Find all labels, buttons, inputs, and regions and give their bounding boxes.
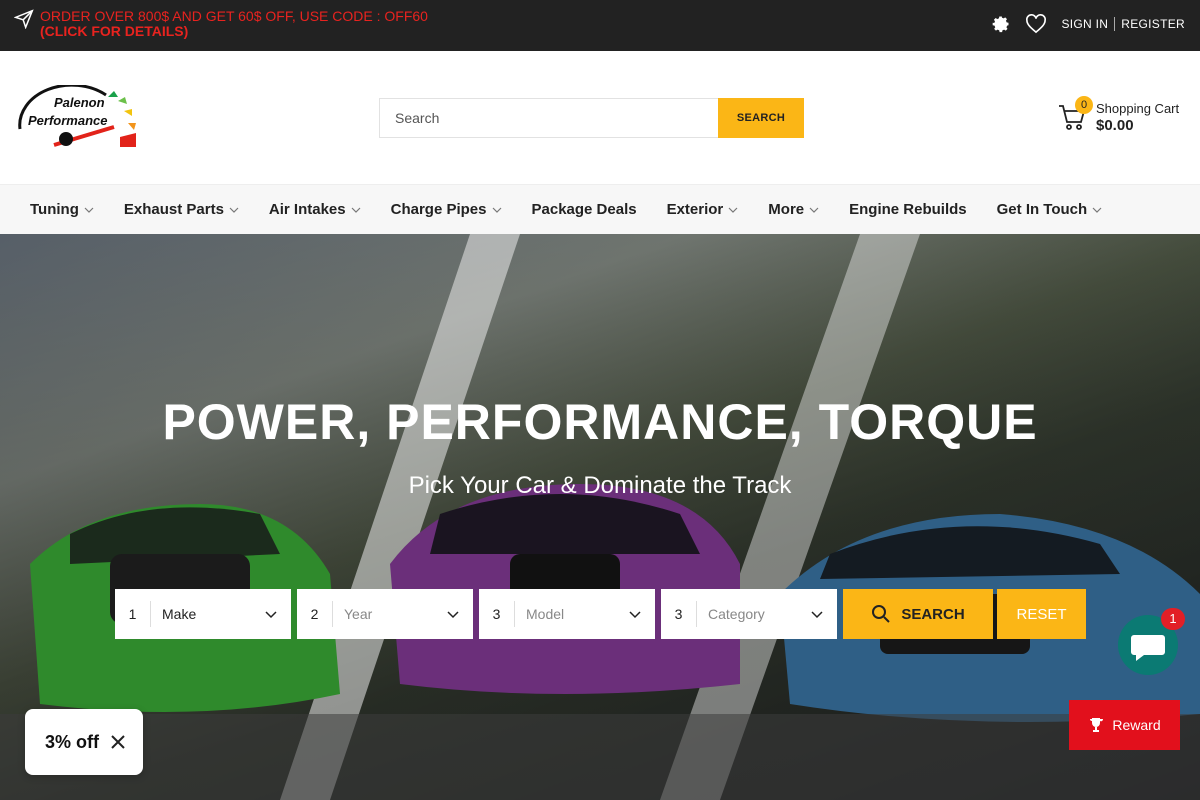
search-input[interactable] [379,98,718,138]
top-right-links: SIGN IN REGISTER [991,14,1185,34]
account-links: SIGN IN REGISTER [1061,17,1185,31]
select-label: Model [526,606,565,622]
nav-item-label: Air Intakes [268,201,346,218]
cart-label: Shopping Cart [1096,101,1180,116]
nav-item-get-in-touch[interactable]: Get In Touch [997,201,1103,218]
chevron-down-icon [265,611,277,619]
shopping-cart[interactable]: 0 Shopping Cart $0.00 [1057,96,1192,136]
nav-item-label: Exhaust Parts [123,201,224,218]
nav-item-label: Get In Touch [996,201,1088,218]
chevron-down-icon [492,207,501,213]
send-icon [14,9,34,29]
chevron-down-icon [809,207,819,213]
trophy-icon [1089,718,1104,732]
register-link[interactable]: REGISTER [1121,17,1185,31]
chevron-down-icon [811,611,823,619]
chevron-down-icon [351,207,361,213]
nav-item-label: Exterior [666,201,724,218]
nav-item-label: Tuning [30,201,79,218]
step-number: 2 [297,601,333,627]
reward-label: Reward [1112,717,1161,733]
category-select[interactable]: 3 Category [661,589,837,639]
nav-item-label: More [768,201,805,218]
finder-search-button[interactable]: SEARCH [843,589,993,639]
nav-item-exterior[interactable]: Exterior [667,201,739,218]
nav-item-package-deals[interactable]: Package Deals [532,201,637,218]
chevron-down-icon [229,207,239,213]
nav-item-air-intakes[interactable]: Air Intakes [269,201,361,218]
promo-text[interactable]: ORDER OVER 800$ AND GET 60$ OFF, USE COD… [40,9,428,39]
heart-icon[interactable] [1025,14,1047,34]
nav-item-label: Charge Pipes [390,201,487,218]
svg-text:Palenon: Palenon [54,95,105,110]
step-number: 1 [115,601,151,627]
step-number: 3 [661,601,697,627]
year-select[interactable]: 2 Year [297,589,473,639]
chat-notification-badge: 1 [1161,608,1185,630]
chevron-down-icon [447,611,459,619]
hero-subtitle: Pick Your Car & Dominate the Track [408,472,792,499]
promo-banner[interactable]: ORDER OVER 800$ AND GET 60$ OFF, USE COD… [14,9,428,39]
select-label: Make [162,606,197,622]
finder-search-label: SEARCH [901,605,965,623]
model-select[interactable]: 3 Model [479,589,655,639]
svg-text:Performance: Performance [28,113,107,128]
search-button[interactable]: SEARCH [718,98,804,138]
chevron-down-icon [84,207,94,213]
close-icon[interactable] [111,735,125,749]
chevron-down-icon [728,207,738,213]
gear-icon[interactable] [991,14,1011,34]
nav-item-charge-pipes[interactable]: Charge Pipes [391,201,502,218]
divider [1114,17,1116,31]
vehicle-finder: 1 Make 2 Year 3 Model 3 Category SEARCH … [115,589,1086,639]
chevron-down-icon [629,611,641,619]
sign-in-link[interactable]: SIGN IN [1061,17,1108,31]
palenon-logo[interactable]: Palenon Performance [14,85,136,151]
search-icon [872,605,891,623]
select-label: Year [344,606,373,622]
make-select[interactable]: 1 Make [115,589,291,639]
nav-item-more[interactable]: More [768,201,819,218]
nav-item-tuning[interactable]: Tuning [30,201,94,218]
nav-item-label: Engine Rebuilds [849,201,967,218]
nav-item-label: Package Deals [531,201,637,218]
top-bar: ORDER OVER 800$ AND GET 60$ OFF, USE COD… [0,0,1200,51]
nav-item-exhaust-parts[interactable]: Exhaust Parts [124,201,239,218]
hero-title: POWER, PERFORMANCE, TORQUE [162,394,1038,450]
cart-count-badge: 0 [1075,96,1093,114]
main-nav: Tuning Exhaust Parts Air Intakes Charge … [0,184,1200,234]
reward-button[interactable]: Reward [1069,700,1180,750]
step-number: 3 [479,601,515,627]
chevron-down-icon [1092,207,1102,213]
discount-text: 3% off [45,731,99,752]
site-header: Palenon Performance SEARCH 0 Shopping Ca… [0,51,1200,184]
header-search: SEARCH [379,98,804,138]
hero-background-art [0,234,1200,800]
finder-reset-button[interactable]: RESET [997,589,1086,639]
hero-banner: POWER, PERFORMANCE, TORQUE Pick Your Car… [0,234,1200,800]
promo-line-1: ORDER OVER 800$ AND GET 60$ OFF, USE COD… [40,8,428,24]
discount-popup[interactable]: 3% off [25,709,143,775]
cart-total: $0.00 [1096,117,1134,134]
promo-details-link[interactable]: (CLICK FOR DETAILS) [40,24,428,39]
select-label: Category [708,606,765,622]
nav-item-engine-rebuilds[interactable]: Engine Rebuilds [849,201,967,218]
